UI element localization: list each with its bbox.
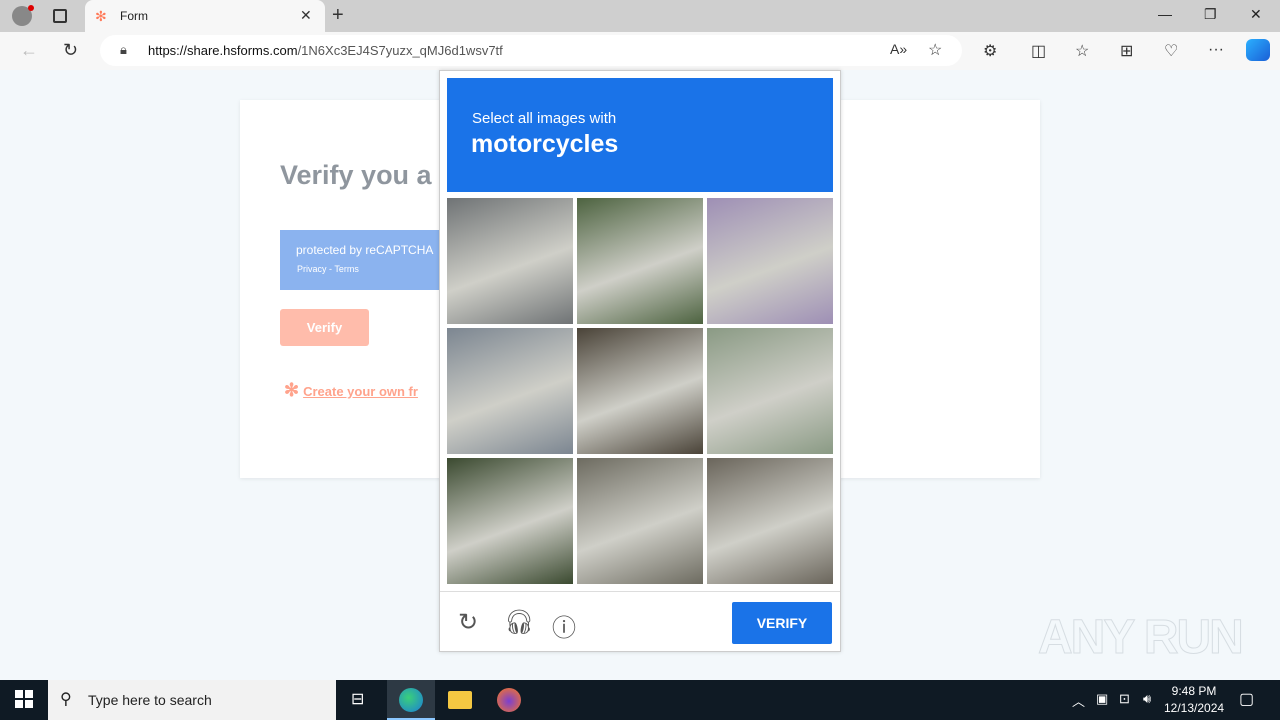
captcha-instruction: Select all images with xyxy=(472,110,617,127)
windows-start-icon[interactable] xyxy=(15,690,33,708)
captcha-target: motorcycles xyxy=(471,130,619,158)
captcha-tile[interactable] xyxy=(577,458,703,584)
extensions-icon[interactable]: ⚙ xyxy=(983,41,997,61)
close-window-icon[interactable]: ✕ xyxy=(1250,6,1262,23)
refresh-icon[interactable]: ↻ xyxy=(63,40,78,61)
captcha-tile[interactable] xyxy=(447,458,573,584)
tab-form[interactable]: ✻ Form ✕ xyxy=(85,0,325,32)
anyrun-watermark: ANY RUN xyxy=(1038,611,1245,665)
address-toolbar: ← ↻ 🔒︎ https://share.hsforms.com/1N6Xc3E… xyxy=(0,32,1280,70)
back-icon[interactable]: ← xyxy=(20,40,38,61)
clock-time: 9:48 PM xyxy=(1171,684,1217,698)
tab-bar: ✻ Form ✕ + — ❐ ✕ xyxy=(0,0,1280,32)
reload-icon[interactable]: ↻ xyxy=(458,608,478,637)
volume-icon[interactable]: 🔊︎ xyxy=(1143,691,1151,707)
notification-dot xyxy=(28,5,34,11)
captcha-image-grid xyxy=(447,198,835,586)
captcha-header: Select all images with motorcycles xyxy=(447,78,833,192)
clock-date: 12/13/2024 xyxy=(1164,701,1225,715)
captcha-footer: ↻ 🎧︎ ⓘ VERIFY xyxy=(440,591,840,651)
audio-challenge-icon[interactable]: 🎧︎ xyxy=(504,608,534,637)
clock[interactable]: 9:48 PM 12/13/2024 xyxy=(1164,683,1224,717)
restore-icon[interactable]: ❐ xyxy=(1204,6,1217,23)
tab-title: Form xyxy=(120,9,148,23)
address-bar[interactable]: 🔒︎ https://share.hsforms.com/1N6Xc3EJ4S7… xyxy=(100,35,962,66)
taskbar-search[interactable]: ⚲ Type here to search xyxy=(48,680,336,720)
hubspot-icon: ✻ xyxy=(95,8,107,24)
workspaces-icon[interactable] xyxy=(53,9,67,23)
hubspot-sprocket-icon: ✻ xyxy=(284,380,300,400)
file-explorer-icon[interactable] xyxy=(448,691,472,709)
form-heading: Verify you a xyxy=(280,160,432,190)
captcha-tile[interactable] xyxy=(707,458,833,584)
search-placeholder: Type here to search xyxy=(88,692,212,708)
captcha-tile[interactable] xyxy=(577,328,703,454)
captcha-tile[interactable] xyxy=(707,328,833,454)
task-view-icon[interactable]: ⊟ xyxy=(351,689,364,709)
recaptcha-protected-text: protected by reCAPTCHA xyxy=(296,243,434,257)
form-verify-button[interactable]: Verify xyxy=(280,309,369,346)
network-icon[interactable]: ⊡ xyxy=(1119,691,1130,707)
captcha-verify-button[interactable]: VERIFY xyxy=(732,602,832,644)
copilot-icon[interactable] xyxy=(1246,39,1270,61)
browser-essentials-icon[interactable]: ♡ xyxy=(1164,41,1178,61)
favorite-star-icon[interactable]: ☆ xyxy=(928,40,942,60)
captcha-tile[interactable] xyxy=(447,198,573,324)
url-text[interactable]: https://share.hsforms.com/1N6Xc3EJ4S7yuz… xyxy=(148,43,503,58)
notifications-icon[interactable]: ▢ xyxy=(1239,689,1254,709)
collections-icon[interactable]: ⊞ xyxy=(1120,41,1133,61)
search-icon: ⚲ xyxy=(60,691,72,708)
info-icon[interactable]: ⓘ xyxy=(552,608,576,643)
lock-icon[interactable]: 🔒︎ xyxy=(120,42,127,58)
firefox-icon[interactable] xyxy=(497,688,521,712)
captcha-tile[interactable] xyxy=(707,198,833,324)
read-aloud-icon[interactable]: A» xyxy=(890,41,907,57)
close-tab-icon[interactable]: ✕ xyxy=(300,7,312,24)
more-icon[interactable]: ··· xyxy=(1208,41,1224,59)
recaptcha-links[interactable]: Privacy - Terms xyxy=(297,264,359,274)
taskbar: ⚲ Type here to search ⊟ ︿ ▣ ⊡ 🔊︎ 9:48 PM… xyxy=(0,680,1280,720)
minimize-icon[interactable]: — xyxy=(1158,6,1172,22)
captcha-tile[interactable] xyxy=(447,328,573,454)
split-screen-icon[interactable]: ◫ xyxy=(1031,41,1046,61)
edge-icon xyxy=(399,688,423,712)
new-tab-icon[interactable]: + xyxy=(332,4,344,27)
favorites-icon[interactable]: ☆ xyxy=(1075,41,1089,61)
meet-now-icon[interactable]: ▣ xyxy=(1096,691,1108,707)
create-form-link[interactable]: ✻ Create your own fr xyxy=(284,380,418,401)
recaptcha-badge: protected by reCAPTCHA Privacy - Terms xyxy=(280,230,450,290)
tray-overflow-icon[interactable]: ︿ xyxy=(1072,691,1085,710)
captcha-tile[interactable] xyxy=(577,198,703,324)
captcha-dialog: Select all images with motorcycles ↻ 🎧︎ … xyxy=(439,70,841,652)
